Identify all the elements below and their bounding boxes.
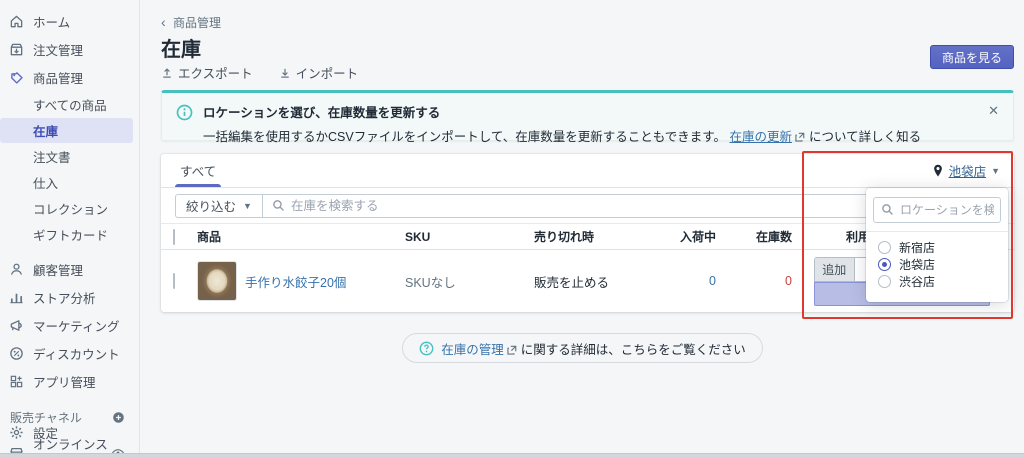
product-name-link[interactable]: 手作り水餃子20個 bbox=[245, 272, 346, 291]
sidebar-item-orders[interactable]: 注文管理 bbox=[0, 36, 133, 63]
when-sold-out-value: 販売を止める bbox=[534, 275, 610, 290]
sidebar-item-discounts[interactable]: ディスカウント bbox=[0, 340, 133, 367]
orders-icon bbox=[9, 42, 24, 57]
customers-icon bbox=[9, 262, 24, 277]
column-sku: SKU bbox=[405, 229, 431, 244]
sidebar-subitem-purchase-orders[interactable]: 注文書 bbox=[0, 144, 133, 169]
sidebar-item-products[interactable]: 商品管理 bbox=[0, 64, 133, 91]
inventory-update-link[interactable]: 在庫の更新 bbox=[729, 130, 792, 144]
column-incoming: 入荷中 bbox=[679, 230, 716, 244]
sidebar: ホーム 注文管理 商品管理 すべての商品 在庫 注文書 仕入 コレクション ギフ… bbox=[0, 0, 140, 458]
sidebar-item-label: ディスカウント bbox=[33, 348, 120, 362]
import-icon bbox=[279, 67, 291, 79]
sku-value: SKUなし bbox=[405, 275, 456, 290]
banner-body: 一括編集を使用するかCSVファイルをインポートして、在庫数量を更新することもでき… bbox=[203, 130, 922, 144]
breadcrumb[interactable]: ‹ 商品管理 bbox=[161, 14, 221, 31]
column-when-sold-out: 売り切れ時 bbox=[534, 230, 595, 244]
page-actions: エクスポート インポート bbox=[161, 63, 358, 82]
products-tag-icon bbox=[9, 70, 24, 85]
sidebar-subitem-inventory[interactable]: 在庫 bbox=[0, 118, 133, 143]
sidebar-item-label: 顧客管理 bbox=[33, 264, 84, 278]
export-button[interactable]: エクスポート bbox=[161, 63, 253, 82]
stock-value: 0 bbox=[785, 274, 792, 288]
sidebar-item-analytics[interactable]: ストア分析 bbox=[0, 284, 133, 311]
analytics-icon bbox=[9, 290, 24, 305]
add-quantity-button[interactable]: 追加 bbox=[815, 258, 855, 281]
radio-unselected-icon bbox=[878, 241, 891, 254]
sidebar-item-label: アプリ管理 bbox=[33, 376, 96, 390]
sidebar-subitem-transfers[interactable]: 仕入 bbox=[0, 170, 133, 195]
gear-icon bbox=[9, 425, 24, 440]
location-option-ikebukuro[interactable]: 池袋店 bbox=[866, 256, 1008, 273]
search-icon bbox=[272, 199, 285, 212]
location-selector[interactable]: 池袋店 ▼ bbox=[932, 154, 1000, 187]
sidebar-item-home[interactable]: ホーム bbox=[0, 8, 133, 35]
location-pin-icon bbox=[932, 164, 944, 178]
incoming-value[interactable]: 0 bbox=[664, 274, 716, 288]
apps-icon bbox=[9, 374, 24, 389]
inventory-page: ホーム 注文管理 商品管理 すべての商品 在庫 注文書 仕入 コレクション ギフ… bbox=[0, 0, 1024, 458]
location-option-shinjuku[interactable]: 新宿店 bbox=[866, 239, 1008, 256]
search-icon bbox=[881, 203, 894, 216]
chevron-left-icon: ‹ bbox=[161, 14, 166, 30]
close-icon[interactable]: ✕ bbox=[988, 104, 999, 117]
select-all-checkbox[interactable] bbox=[173, 228, 175, 245]
sidebar-item-label: 商品管理 bbox=[33, 72, 84, 86]
sidebar-subitem-collections[interactable]: コレクション bbox=[0, 196, 133, 221]
filter-button[interactable]: 絞り込む ▼ bbox=[175, 193, 263, 218]
external-link-icon bbox=[795, 132, 805, 142]
location-option-shibuya[interactable]: 渋谷店 bbox=[866, 273, 1008, 290]
location-options: 新宿店 池袋店 渋谷店 bbox=[866, 232, 1008, 296]
help-pill: 在庫の管理 に関する詳細は、こちらをご覧ください bbox=[402, 333, 763, 363]
sidebar-item-label: ホーム bbox=[33, 16, 71, 30]
question-icon bbox=[419, 341, 434, 356]
column-stock: 在庫数 bbox=[755, 230, 792, 244]
sidebar-item-label: ストア分析 bbox=[33, 292, 96, 306]
sidebar-item-label: マーケティング bbox=[33, 320, 120, 334]
sidebar-item-customers[interactable]: 顧客管理 bbox=[0, 256, 133, 283]
sidebar-item-label: 設定 bbox=[33, 427, 59, 441]
footer-help: 在庫の管理 に関する詳細は、こちらをご覧ください bbox=[141, 333, 1024, 363]
row-checkbox[interactable] bbox=[173, 273, 175, 289]
location-search bbox=[873, 197, 1001, 223]
view-product-button[interactable]: 商品を見る bbox=[929, 45, 1014, 69]
selected-location-label: 池袋店 bbox=[948, 165, 987, 179]
page-title: 在庫 bbox=[161, 39, 201, 61]
discount-icon bbox=[9, 346, 24, 361]
info-icon bbox=[176, 104, 193, 121]
marketing-megaphone-icon bbox=[9, 318, 24, 333]
sidebar-item-marketing[interactable]: マーケティング bbox=[0, 312, 133, 339]
tabs-row: すべて 池袋店 ▼ bbox=[161, 154, 1014, 188]
export-icon bbox=[161, 67, 173, 79]
info-banner: ロケーションを選び、在庫数量を更新する 一括編集を使用するかCSVファイルをイン… bbox=[161, 90, 1014, 144]
sidebar-subitem-all-products[interactable]: すべての商品 bbox=[0, 92, 133, 117]
window-bottom-edge bbox=[0, 453, 1024, 458]
radio-unselected-icon bbox=[878, 275, 891, 288]
sidebar-item-label: 注文管理 bbox=[33, 44, 84, 58]
tab-all[interactable]: すべて bbox=[175, 154, 222, 187]
inventory-help-link[interactable]: 在庫の管理 bbox=[441, 343, 504, 357]
column-product: 商品 bbox=[197, 230, 222, 244]
home-icon bbox=[9, 14, 24, 29]
sidebar-subitem-gift-cards[interactable]: ギフトカード bbox=[0, 222, 133, 247]
banner-title: ロケーションを選び、在庫数量を更新する bbox=[203, 106, 441, 120]
sidebar-item-settings[interactable]: 設定 bbox=[0, 419, 140, 446]
product-thumbnail bbox=[197, 261, 237, 301]
chevron-down-icon: ▼ bbox=[243, 200, 252, 211]
sidebar-item-apps[interactable]: アプリ管理 bbox=[0, 368, 133, 395]
chevron-down-icon: ▼ bbox=[991, 165, 1000, 176]
import-button[interactable]: インポート bbox=[279, 63, 358, 82]
radio-selected-icon bbox=[878, 258, 891, 271]
location-popover: 新宿店 池袋店 渋谷店 bbox=[866, 188, 1008, 302]
external-link-icon bbox=[507, 345, 517, 355]
